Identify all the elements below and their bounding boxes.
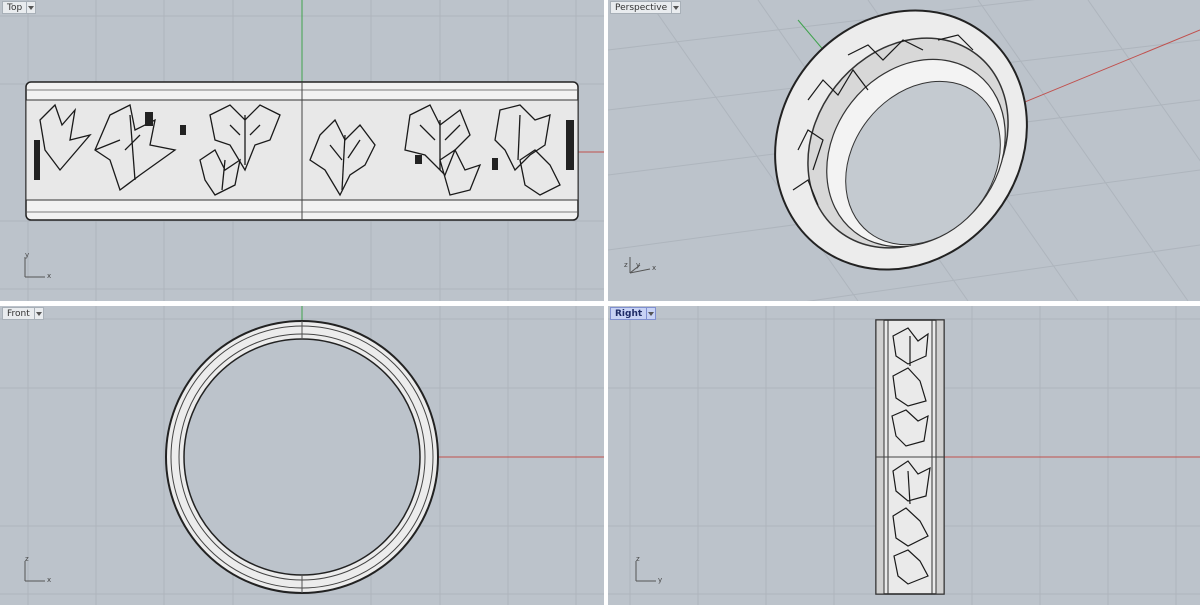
- top-grid: [0, 0, 604, 301]
- axis-label-y: y: [636, 261, 641, 269]
- tab-front[interactable]: Front: [2, 307, 44, 320]
- tab-perspective[interactable]: Perspective: [610, 1, 682, 14]
- axis-label-y: y: [658, 576, 663, 584]
- viewport-front[interactable]: Front z x: [0, 306, 604, 605]
- tab-perspective-label: Perspective: [610, 1, 673, 14]
- axis-label-z: z: [624, 261, 628, 269]
- axis-label-x: x: [47, 272, 52, 280]
- axis-label-y: y: [25, 251, 30, 259]
- ring-front[interactable]: [165, 320, 439, 594]
- chevron-down-icon[interactable]: [34, 307, 44, 320]
- axis-label-x: x: [652, 264, 657, 272]
- tab-top[interactable]: Top: [2, 1, 37, 14]
- viewport-right[interactable]: Right z y: [608, 306, 1200, 605]
- perspective-grid: [608, 0, 1200, 301]
- axis-label-x: x: [47, 576, 52, 584]
- ring-perspective[interactable]: [723, 0, 1078, 301]
- axis-label-z: z: [636, 555, 640, 563]
- tab-right-label: Right: [610, 307, 648, 320]
- tab-right[interactable]: Right: [610, 307, 657, 320]
- ring-right[interactable]: [875, 319, 945, 595]
- axis-label-z: z: [25, 555, 29, 563]
- viewport-top[interactable]: Top y x: [0, 0, 604, 301]
- tab-front-label: Front: [2, 307, 35, 320]
- chevron-down-icon[interactable]: [672, 1, 682, 14]
- viewport-perspective[interactable]: Perspective z y x: [608, 0, 1200, 301]
- tab-top-label: Top: [2, 1, 28, 14]
- front-grid: [0, 306, 604, 605]
- chevron-down-icon[interactable]: [647, 307, 657, 320]
- ring-band-top[interactable]: [25, 81, 579, 221]
- right-grid: [608, 306, 1200, 605]
- chevron-down-icon[interactable]: [27, 1, 37, 14]
